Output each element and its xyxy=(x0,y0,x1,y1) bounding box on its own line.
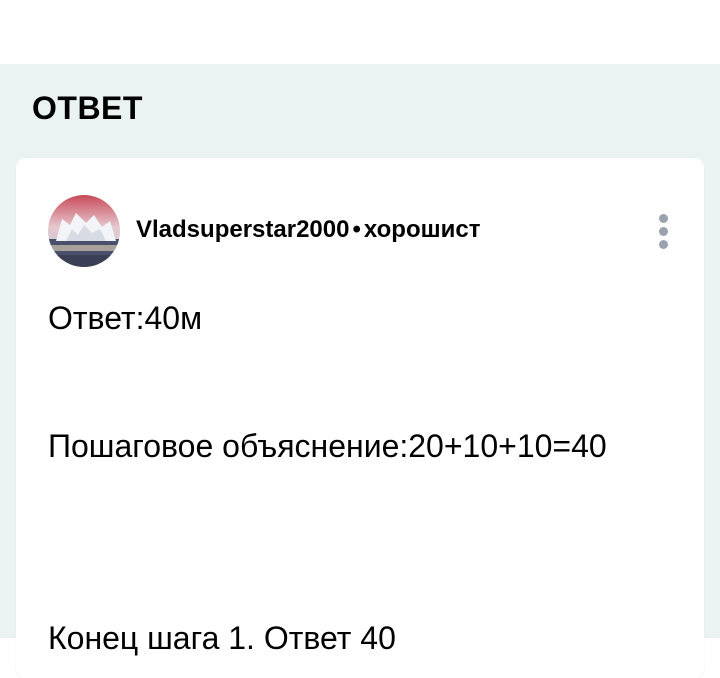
answer-line: Конец шага 1. Ответ 40 xyxy=(48,620,396,656)
answer-line: Пошаговое объяснение:20+10+10=40 xyxy=(48,428,607,464)
menu-dot xyxy=(659,214,668,223)
author-rank: хорошист xyxy=(363,216,481,243)
menu-dot xyxy=(659,227,668,236)
avatar-photo-icon xyxy=(48,195,120,267)
avatar[interactable] xyxy=(48,195,120,267)
top-bar xyxy=(0,0,720,64)
more-vertical-icon[interactable] xyxy=(654,212,674,252)
menu-dot xyxy=(659,240,668,249)
answer-line: Ответ:40м xyxy=(48,300,203,336)
author-line: Vladsuperstar2000 • хорошист xyxy=(136,214,480,246)
separator-dot: • xyxy=(352,216,361,243)
author-name[interactable]: Vladsuperstar2000 xyxy=(136,216,349,243)
section-title: ОТВЕТ xyxy=(32,90,143,126)
